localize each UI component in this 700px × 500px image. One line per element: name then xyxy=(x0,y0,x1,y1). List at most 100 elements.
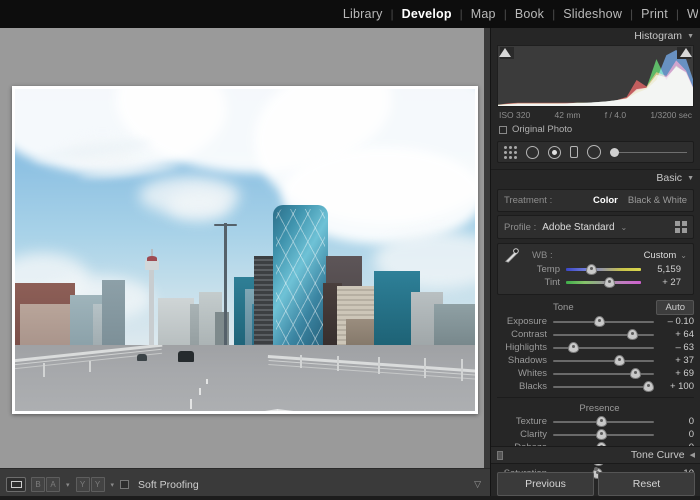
slider-value[interactable]: + 69 xyxy=(660,368,694,379)
adjustment-brush-slider[interactable] xyxy=(610,147,687,157)
original-photo-row[interactable]: Original Photo xyxy=(499,124,692,135)
slider-tint[interactable]: Tint+ 27 xyxy=(504,276,687,289)
radial-filter-tool[interactable] xyxy=(587,145,601,159)
before-after-topbottom-button[interactable]: Y Y xyxy=(76,477,105,492)
slider-value[interactable]: 5,159 xyxy=(647,264,681,275)
brush-slider-knob[interactable] xyxy=(610,148,619,157)
slider-temp[interactable]: Temp5,159 xyxy=(504,263,687,276)
slider-exposure[interactable]: Exposure– 0.10 xyxy=(491,315,700,328)
chevron-down-icon[interactable]: ▼ xyxy=(687,175,694,182)
slider-track[interactable] xyxy=(553,381,654,392)
slider-knob[interactable] xyxy=(586,264,597,275)
slider-value[interactable]: + 27 xyxy=(647,277,681,288)
presence-title: Presence xyxy=(491,403,700,414)
graduated-filter-tool[interactable] xyxy=(570,146,578,158)
spot-removal-icon xyxy=(526,146,539,159)
highlight-clipping-indicator-icon[interactable] xyxy=(680,48,692,57)
right-panel: Histogram ▼ ISO 320 42 mm f / 4.0 1/3200… xyxy=(490,28,700,500)
slider-value[interactable]: 0 xyxy=(660,416,694,427)
original-photo-checkbox[interactable] xyxy=(499,126,507,134)
module-print[interactable]: Print xyxy=(634,7,675,21)
white-balance-eyedropper-icon[interactable] xyxy=(502,247,520,265)
shadow-clipping-indicator-icon[interactable] xyxy=(499,48,511,57)
tone-curve-switch-icon[interactable] xyxy=(497,451,503,460)
before-after-tb-caret-icon[interactable]: ▾ xyxy=(110,481,116,489)
treatment-bw-option[interactable]: Black & White xyxy=(628,195,687,206)
slider-knob[interactable] xyxy=(604,277,615,288)
spot-removal-tool[interactable] xyxy=(526,146,539,159)
slider-highlights[interactable]: Highlights– 63 xyxy=(491,341,700,354)
redeye-correction-tool[interactable] xyxy=(548,146,561,159)
slider-whites[interactable]: Whites + 69 xyxy=(491,367,700,380)
slider-knob[interactable] xyxy=(594,316,605,327)
treatment-label: Treatment : xyxy=(504,195,552,206)
before-after-lr-caret-icon[interactable]: ▾ xyxy=(65,481,71,489)
vehicle-car xyxy=(137,354,147,361)
slider-knob[interactable] xyxy=(568,342,579,353)
slider-texture[interactable]: Texture0 xyxy=(491,415,700,428)
histogram-header[interactable]: Histogram ▼ xyxy=(491,28,700,44)
before-after-lr-button[interactable]: B A xyxy=(31,477,60,492)
slider-track[interactable] xyxy=(553,416,654,427)
calgary-tower-shaft xyxy=(149,265,154,349)
module-slideshow[interactable]: Slideshow xyxy=(556,7,629,21)
treatment-color-option[interactable]: Color xyxy=(593,195,618,206)
calgary-tower-crown xyxy=(147,256,158,261)
profile-browser-icon[interactable] xyxy=(675,221,687,233)
slider-track[interactable] xyxy=(553,342,654,353)
slider-blacks[interactable]: Blacks+ 100 xyxy=(491,380,700,393)
previous-button[interactable]: Previous xyxy=(497,472,594,496)
slider-clarity[interactable]: Clarity0 xyxy=(491,428,700,441)
slider-contrast[interactable]: Contrast+ 64 xyxy=(491,328,700,341)
tool-strip xyxy=(497,141,694,163)
preview-image[interactable] xyxy=(15,89,475,411)
slider-shadows[interactable]: Shadows+ 37 xyxy=(491,354,700,367)
slider-track[interactable] xyxy=(566,277,641,288)
slider-knob[interactable] xyxy=(596,429,607,440)
slider-value[interactable]: 0 xyxy=(660,429,694,440)
tone-curve-header[interactable]: Tone Curve ◀ xyxy=(491,446,700,464)
auto-tone-button[interactable]: Auto xyxy=(656,300,694,315)
slider-value[interactable]: + 37 xyxy=(660,355,694,366)
slider-knob[interactable] xyxy=(596,416,607,427)
vehicle-suv xyxy=(178,351,194,362)
wb-value[interactable]: Custom xyxy=(644,250,677,261)
slider-track[interactable] xyxy=(553,429,654,440)
module-library[interactable]: Library xyxy=(336,7,390,21)
slider-label: Whites xyxy=(497,368,547,379)
slider-value[interactable]: + 100 xyxy=(660,381,694,392)
reset-button[interactable]: Reset xyxy=(598,472,695,496)
panel-resize-handle[interactable] xyxy=(594,467,598,471)
chevron-left-icon[interactable]: ◀ xyxy=(690,451,695,459)
slider-track[interactable] xyxy=(553,355,654,366)
slider-value[interactable]: + 64 xyxy=(660,329,694,340)
histogram-chart[interactable] xyxy=(497,45,694,107)
toolbar-disclosure-icon[interactable]: ▽ xyxy=(474,479,484,490)
crop-overlay-tool[interactable] xyxy=(504,146,517,159)
slider-knob[interactable] xyxy=(627,329,638,340)
slider-track[interactable] xyxy=(566,264,641,275)
light-pole-arm xyxy=(214,224,237,226)
slider-knob[interactable] xyxy=(643,381,654,392)
slider-value[interactable]: – 63 xyxy=(660,342,694,353)
module-web[interactable]: We xyxy=(680,7,698,21)
wb-dropdown-icon[interactable]: ⌄ xyxy=(680,251,687,260)
slider-bar xyxy=(553,360,654,362)
profile-value[interactable]: Adobe Standard xyxy=(542,222,614,233)
module-develop[interactable]: Develop xyxy=(395,7,459,21)
slider-knob[interactable] xyxy=(630,368,641,379)
soft-proofing-checkbox[interactable] xyxy=(120,480,129,489)
loupe-view-button[interactable] xyxy=(6,477,26,492)
slider-track[interactable] xyxy=(553,368,654,379)
module-picker-bar: Library | Develop | Map | Book | Slidesh… xyxy=(0,0,700,28)
basic-header[interactable]: Basic ▼ xyxy=(491,169,700,186)
slider-value[interactable]: – 0.10 xyxy=(660,316,694,327)
slider-track[interactable] xyxy=(553,316,654,327)
slider-track[interactable] xyxy=(553,329,654,340)
chevron-down-icon[interactable]: ▼ xyxy=(687,33,694,40)
module-book[interactable]: Book xyxy=(508,7,551,21)
slider-knob[interactable] xyxy=(614,355,625,366)
profile-dropdown-icon[interactable]: ⌄ xyxy=(621,223,628,232)
footer-button-row: Previous Reset xyxy=(491,472,700,496)
module-map[interactable]: Map xyxy=(464,7,503,21)
